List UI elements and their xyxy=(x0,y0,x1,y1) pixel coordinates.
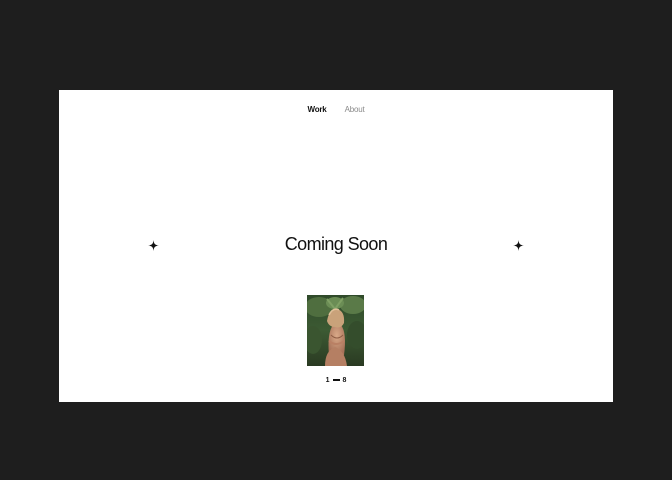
gallery-thumbnail[interactable] xyxy=(307,295,364,366)
gallery-counter-current: 1 xyxy=(325,377,330,384)
portrait-photo xyxy=(307,295,364,366)
top-nav: Work About xyxy=(59,105,613,114)
nav-item-about[interactable]: About xyxy=(345,105,365,114)
gallery-counter-total: 8 xyxy=(342,377,347,384)
page-title: Coming Soon xyxy=(284,234,388,254)
gallery-counter-separator xyxy=(332,378,340,381)
sparkle-star-icon xyxy=(513,240,524,251)
gallery-counter: 18 xyxy=(59,377,613,384)
nav-item-work[interactable]: Work xyxy=(307,105,326,114)
page-canvas: Work About Coming Soon 1 8 xyxy=(59,90,613,402)
